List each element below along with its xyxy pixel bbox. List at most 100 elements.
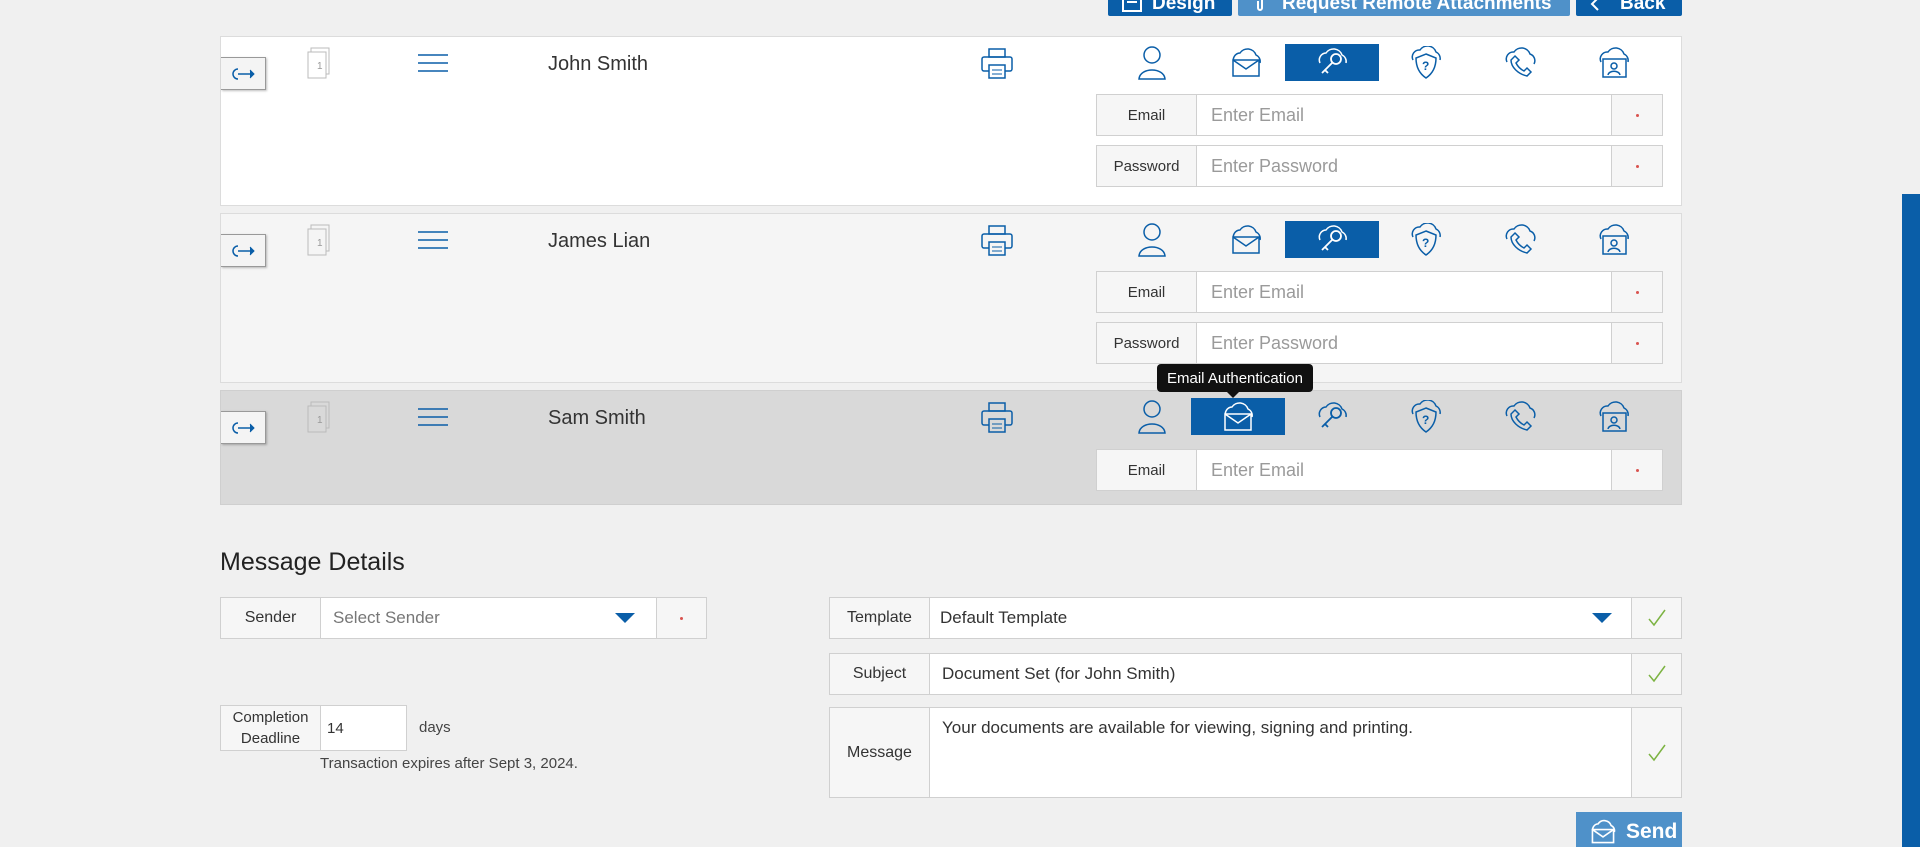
auth-email-button[interactable] xyxy=(1199,221,1293,258)
email-label: Email xyxy=(1097,450,1197,490)
shield-question-icon: ? xyxy=(1411,45,1441,79)
menu-icon[interactable] xyxy=(417,230,449,255)
reorder-button[interactable] xyxy=(221,234,266,267)
design-icon xyxy=(1122,0,1142,12)
document-icon: 1 xyxy=(307,47,330,79)
expiry-note: Transaction expires after Sept 3, 2024. xyxy=(320,755,578,772)
email-cloud-icon xyxy=(1232,224,1261,254)
password-input[interactable] xyxy=(1197,146,1611,186)
document-count[interactable]: 1 xyxy=(304,47,334,88)
person-icon xyxy=(1138,399,1166,434)
email-input[interactable] xyxy=(1197,95,1611,135)
printer-icon[interactable] xyxy=(980,401,1014,440)
deadline-label-line2: Deadline xyxy=(240,730,301,747)
paperclip-icon xyxy=(1257,0,1263,11)
signer-row: 1 James Lian ? Email Password xyxy=(220,213,1682,383)
back-button[interactable]: Back xyxy=(1576,0,1682,16)
template-value: Default Template xyxy=(940,608,1068,627)
document-icon: 1 xyxy=(307,224,330,256)
message-textarea[interactable]: Your documents are available for viewing… xyxy=(930,708,1631,797)
required-indicator xyxy=(1611,323,1662,363)
deadline-unit: days xyxy=(419,719,451,736)
check-icon xyxy=(1631,598,1681,638)
printer-icon[interactable] xyxy=(980,47,1014,86)
subject-input[interactable]: Document Set (for John Smith) xyxy=(930,654,1631,694)
svg-text:?: ? xyxy=(1422,413,1429,427)
auth-password-button[interactable] xyxy=(1285,398,1379,435)
signer-email-field: Email xyxy=(1096,271,1663,313)
auth-question-button[interactable]: ? xyxy=(1379,44,1473,81)
subject-field: Subject Document Set (for John Smith) xyxy=(829,653,1682,695)
printer-icon[interactable] xyxy=(980,224,1014,263)
id-cloud-icon xyxy=(1599,400,1629,432)
auth-question-button[interactable]: ? xyxy=(1379,398,1473,435)
email-input[interactable] xyxy=(1197,450,1611,490)
auth-question-button[interactable]: ? xyxy=(1379,221,1473,258)
email-label: Email xyxy=(1097,272,1197,312)
menu-icon[interactable] xyxy=(417,407,449,432)
reorder-button[interactable] xyxy=(221,411,266,444)
auth-phone-button[interactable] xyxy=(1473,221,1567,258)
person-icon xyxy=(1138,45,1166,80)
shield-question-icon: ? xyxy=(1411,399,1441,433)
signer-email-field: Email xyxy=(1096,449,1663,491)
scrollbar[interactable] xyxy=(1902,194,1920,847)
email-cloud-icon xyxy=(1232,47,1261,77)
reorder-arrow-icon xyxy=(232,244,255,257)
email-label: Email xyxy=(1097,95,1197,135)
chevron-down-icon xyxy=(1592,613,1612,623)
request-label: Request Remote Attachments xyxy=(1282,0,1552,14)
reorder-arrow-icon xyxy=(232,67,255,80)
completion-deadline-field: Completion Deadline 14 xyxy=(220,705,407,751)
sender-placeholder: Select Sender xyxy=(333,608,440,627)
signer-row: 1 Sam Smith ? Email xyxy=(220,390,1682,505)
email-authentication-tooltip: Email Authentication xyxy=(1157,364,1313,398)
check-icon xyxy=(1631,654,1681,694)
design-label: Design xyxy=(1152,0,1216,14)
check-icon xyxy=(1631,708,1681,797)
shield-question-icon: ? xyxy=(1411,222,1441,256)
auth-none-button[interactable] xyxy=(1105,398,1199,435)
auth-email-button[interactable] xyxy=(1199,44,1293,81)
reorder-button[interactable] xyxy=(221,57,266,90)
design-button[interactable]: Design xyxy=(1108,0,1232,16)
id-cloud-icon xyxy=(1599,46,1629,78)
send-button[interactable]: Send xyxy=(1576,812,1682,847)
auth-phone-button[interactable] xyxy=(1473,44,1567,81)
reorder-arrow-icon xyxy=(232,421,255,434)
auth-none-button[interactable] xyxy=(1105,44,1199,81)
auth-password-button[interactable] xyxy=(1285,221,1379,258)
password-input[interactable] xyxy=(1197,323,1611,363)
sender-label: Sender xyxy=(221,598,321,638)
auth-none-button[interactable] xyxy=(1105,221,1199,258)
template-select[interactable]: Default Template xyxy=(930,598,1631,638)
email-input[interactable] xyxy=(1197,272,1611,312)
auth-email-button[interactable] xyxy=(1191,398,1285,435)
auth-password-button[interactable] xyxy=(1285,44,1379,81)
email-cloud-icon xyxy=(1591,819,1616,844)
back-label: Back xyxy=(1620,0,1666,14)
auth-phone-button[interactable] xyxy=(1473,398,1567,435)
auth-id-button[interactable] xyxy=(1567,221,1661,258)
request-remote-attachments-button[interactable]: Request Remote Attachments xyxy=(1238,0,1570,16)
sender-select[interactable]: Select Sender xyxy=(321,598,656,638)
template-label: Template xyxy=(830,598,930,638)
auth-id-button[interactable] xyxy=(1567,398,1661,435)
sender-field: Sender Select Sender xyxy=(220,597,707,639)
document-count[interactable]: 1 xyxy=(304,401,334,442)
svg-text:?: ? xyxy=(1422,59,1429,73)
signer-email-field: Email xyxy=(1096,94,1663,136)
phone-cloud-icon xyxy=(1505,46,1536,77)
required-indicator xyxy=(1611,450,1662,490)
chevron-down-icon xyxy=(615,613,635,623)
auth-id-button[interactable] xyxy=(1567,44,1661,81)
menu-icon[interactable] xyxy=(417,53,449,78)
back-arrow-icon xyxy=(1590,0,1599,11)
document-count[interactable]: 1 xyxy=(304,224,334,265)
signer-name: John Smith xyxy=(548,53,649,75)
deadline-input[interactable]: 14 xyxy=(321,706,406,750)
required-indicator xyxy=(1611,95,1662,135)
deadline-label-line1: Completion xyxy=(232,709,309,726)
svg-text:?: ? xyxy=(1422,236,1429,250)
send-label: Send xyxy=(1626,820,1678,843)
